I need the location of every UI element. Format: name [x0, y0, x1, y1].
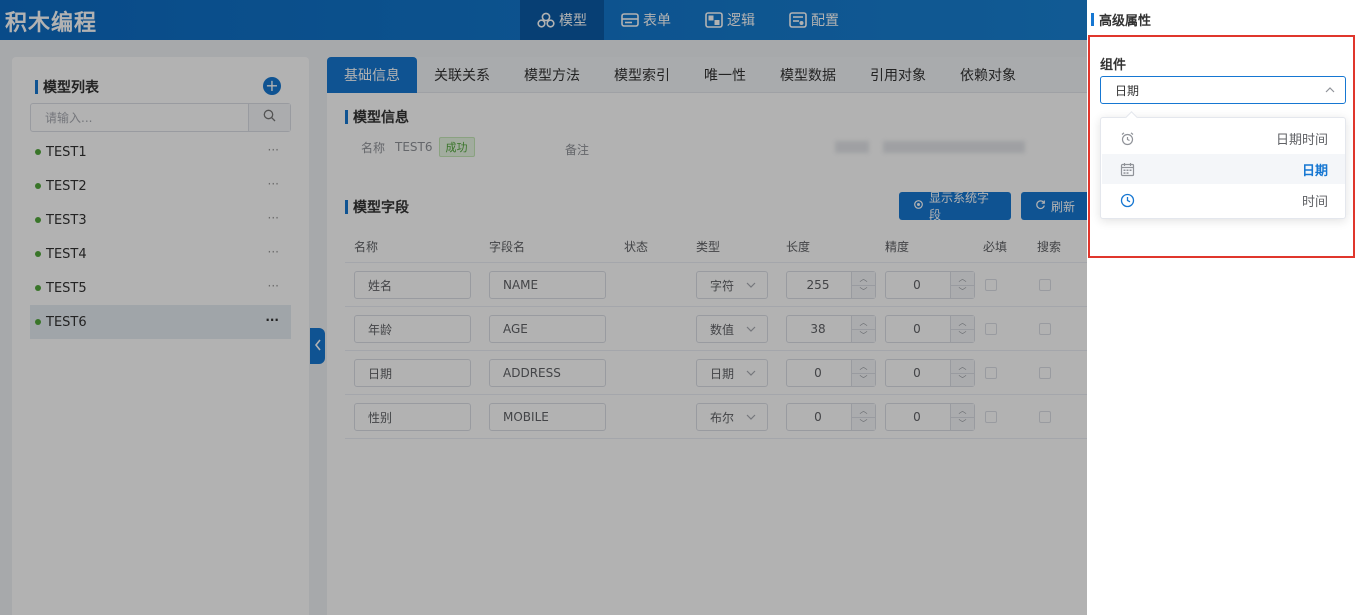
clock-icon	[1119, 192, 1135, 208]
component-select[interactable]: 日期	[1100, 76, 1346, 104]
advanced-properties-drawer: 高级属性 组件 日期 日期时间 日期 时间	[1087, 0, 1360, 615]
drawer-title: 高级属性	[1091, 10, 1151, 29]
drawer-backdrop[interactable]	[0, 0, 1087, 615]
option-date[interactable]: 日期	[1102, 154, 1345, 184]
chevron-up-icon	[1324, 84, 1336, 99]
option-time[interactable]: 时间	[1102, 185, 1345, 215]
component-label: 组件	[1100, 58, 1127, 73]
title-accent-bar	[1091, 13, 1094, 26]
option-datetime[interactable]: 日期时间	[1102, 123, 1345, 153]
alarm-clock-icon	[1119, 130, 1135, 146]
component-dropdown: 日期时间 日期 时间	[1100, 117, 1346, 219]
calendar-icon	[1119, 161, 1135, 177]
